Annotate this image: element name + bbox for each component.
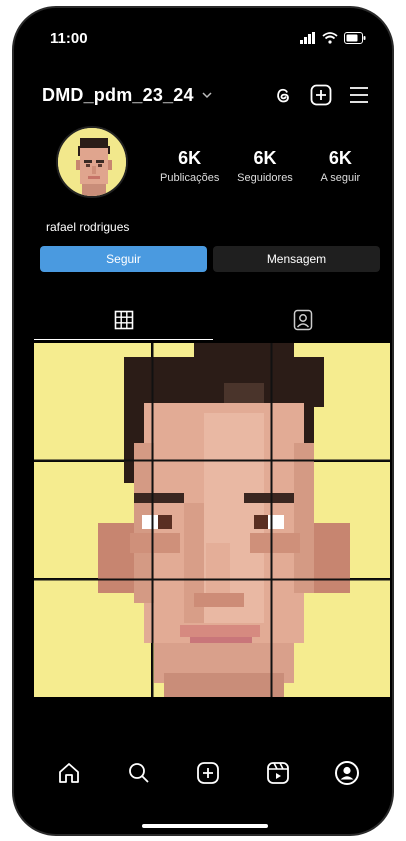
stat-value: 6K	[178, 148, 202, 168]
menu-icon[interactable]	[348, 85, 370, 105]
post-thumbnail[interactable]	[153, 580, 271, 697]
post-thumbnail[interactable]	[272, 461, 390, 579]
post-thumbnail[interactable]	[34, 461, 152, 579]
stat-followers[interactable]: 6K Seguidores	[227, 148, 302, 184]
profile-header: DMD_pdm_23_24	[42, 80, 370, 110]
username-switcher[interactable]: DMD_pdm_23_24	[42, 85, 194, 106]
threads-icon[interactable]	[272, 84, 294, 106]
stat-posts[interactable]: 6K Publicações	[152, 148, 227, 184]
avatar[interactable]	[56, 126, 128, 198]
stat-value: 6K	[328, 148, 352, 168]
nav-search[interactable]	[124, 758, 154, 788]
bottom-navigation	[54, 758, 362, 788]
post-thumbnail[interactable]	[153, 343, 271, 460]
posts-grid	[34, 343, 390, 697]
profile-name: rafael rodrigues	[46, 220, 130, 234]
tab-posts-grid[interactable]	[34, 300, 213, 340]
profile-tabs	[34, 300, 392, 340]
post-thumbnail[interactable]	[34, 580, 152, 697]
add-post-icon	[196, 761, 220, 785]
message-button[interactable]: Mensagem	[213, 246, 380, 272]
profile-stats: 6K Publicações 6K Seguidores 6K A seguir	[152, 148, 378, 184]
wifi-icon	[322, 32, 338, 44]
stat-label: A seguir	[320, 172, 361, 184]
nav-reels[interactable]	[263, 758, 293, 788]
stat-label: Publicações	[160, 172, 220, 184]
nav-create[interactable]	[193, 758, 223, 788]
notch	[126, 8, 282, 42]
post-thumbnail[interactable]	[34, 343, 152, 460]
profile-actions: Seguir Mensagem	[40, 246, 380, 272]
status-icons	[300, 32, 366, 44]
post-thumbnail[interactable]	[153, 461, 271, 579]
home-indicator[interactable]	[142, 824, 268, 828]
home-icon	[57, 761, 81, 785]
stat-value: 6K	[253, 148, 277, 168]
phone-frame: 11:00 DMD_pdm_23_24 6K Publicações 6K Se…	[12, 6, 394, 836]
post-thumbnail[interactable]	[272, 343, 390, 460]
tab-tagged[interactable]	[213, 300, 392, 340]
nav-profile[interactable]	[332, 758, 362, 788]
stat-label: Seguidores	[237, 172, 293, 184]
nav-home[interactable]	[54, 758, 84, 788]
search-icon	[127, 761, 151, 785]
tagged-person-icon	[293, 309, 313, 331]
stat-following[interactable]: 6K A seguir	[303, 148, 378, 184]
follow-button[interactable]: Seguir	[40, 246, 207, 272]
post-thumbnail[interactable]	[272, 580, 390, 697]
create-post-icon[interactable]	[310, 84, 332, 106]
status-time: 11:00	[50, 30, 88, 47]
profile-icon	[334, 760, 360, 786]
header-actions	[272, 84, 370, 106]
grid-icon	[114, 310, 134, 330]
signal-icon	[300, 32, 316, 44]
reels-icon	[266, 761, 290, 785]
chevron-down-icon[interactable]	[202, 91, 212, 99]
battery-icon	[344, 32, 366, 44]
